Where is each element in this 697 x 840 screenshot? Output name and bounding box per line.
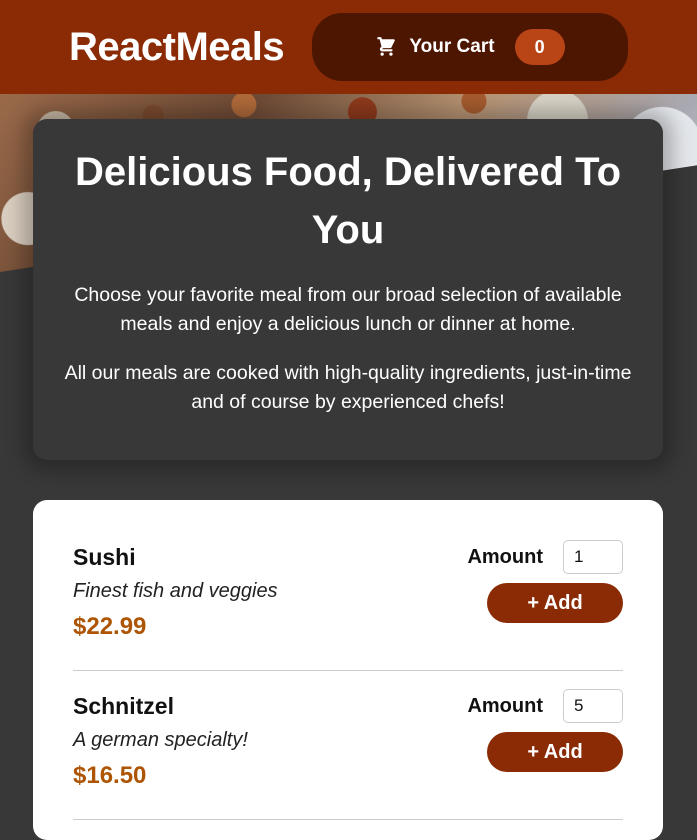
meals-list: Sushi Finest fish and veggies $22.99 Amo… <box>33 500 663 840</box>
add-button[interactable]: + Add <box>487 583 623 623</box>
add-button[interactable]: + Add <box>487 732 623 772</box>
cart-label: Your Cart <box>409 36 495 57</box>
cart-icon <box>375 36 397 58</box>
brand-title: ReactMeals <box>69 24 285 69</box>
amount-label: Amount <box>467 694 543 717</box>
amount-row: Amount <box>467 540 623 574</box>
summary-paragraph-1: Choose your favorite meal from our broad… <box>74 284 622 335</box>
meals-summary: Delicious Food, Delivered To You Choose … <box>33 119 663 460</box>
amount-label: Amount <box>467 545 543 568</box>
summary-title: Delicious Food, Delivered To You <box>74 150 621 252</box>
summary-paragraph-2: All our meals are cooked with high-quali… <box>64 362 632 413</box>
amount-input[interactable] <box>563 689 623 723</box>
cart-button[interactable]: Your Cart 0 <box>312 13 628 81</box>
cart-count-badge: 0 <box>514 29 565 65</box>
amount-input[interactable] <box>563 540 623 574</box>
meal-form: Amount + Add <box>465 689 623 772</box>
meal-item: Sushi Finest fish and veggies $22.99 Amo… <box>73 522 623 671</box>
meal-form: Amount + Add <box>465 540 623 623</box>
amount-row: Amount <box>467 689 623 723</box>
app-header: ReactMeals Your Cart 0 <box>0 0 697 94</box>
meal-item: Schnitzel A german specialty! $16.50 Amo… <box>73 671 623 820</box>
